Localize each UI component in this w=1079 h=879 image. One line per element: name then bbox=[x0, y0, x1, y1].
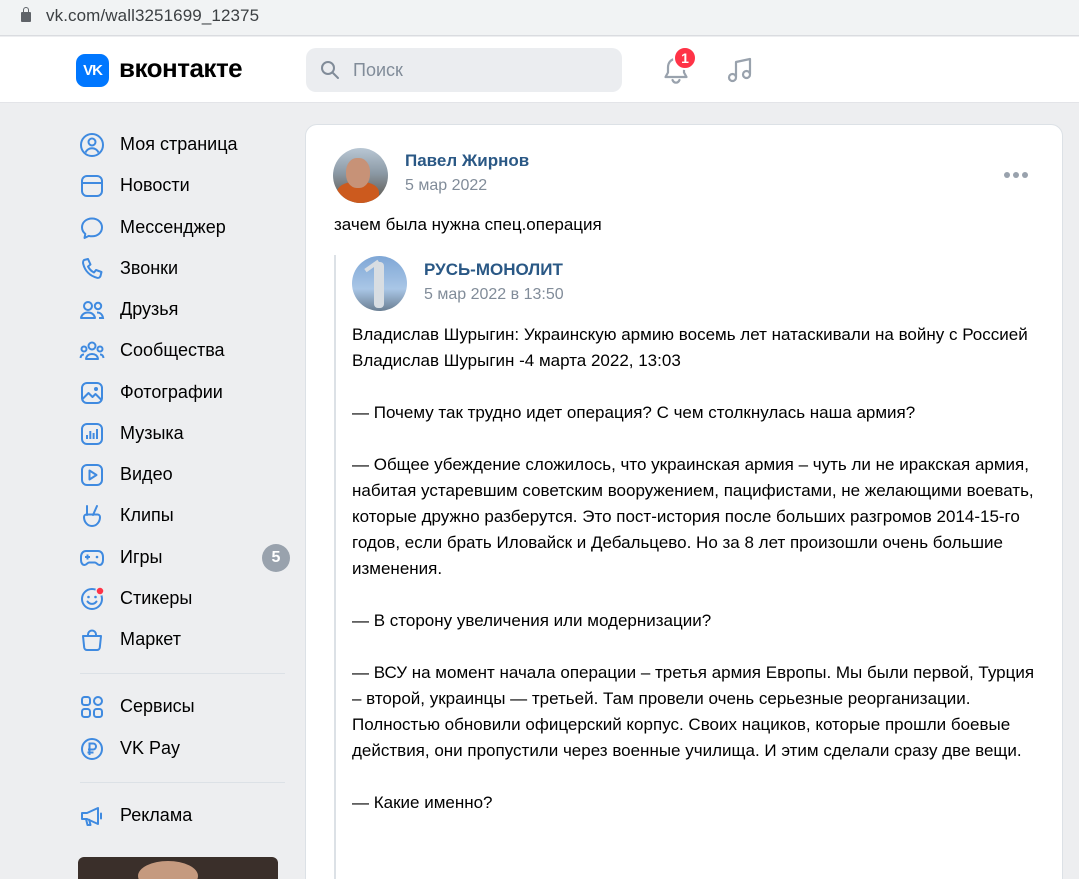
sidebar-item-label: Моя страница bbox=[120, 134, 238, 154]
sidebar-item-label: Мессенджер bbox=[120, 217, 226, 237]
post-date[interactable]: 5 мар 2022 bbox=[405, 177, 487, 195]
sidebar-item-label: Видео bbox=[120, 464, 173, 484]
sidebar-item-label: Клипы bbox=[120, 505, 174, 525]
repost-date[interactable]: 5 мар 2022 в 13:50 bbox=[424, 286, 564, 304]
sidebar-item-market[interactable]: Маркет bbox=[78, 624, 290, 656]
vk-logo-icon[interactable]: VK bbox=[76, 54, 109, 87]
sidebar-item-label: Фотографии bbox=[120, 382, 223, 402]
repost-indicator-line bbox=[334, 255, 336, 879]
post-text: зачем была нужна спец.операция bbox=[334, 215, 602, 234]
sidebar-item-label: Реклама bbox=[120, 805, 193, 825]
repost-paragraph: — Какие именно? bbox=[352, 793, 493, 812]
repost-avatar[interactable] bbox=[352, 256, 407, 311]
sidebar-ad-image[interactable] bbox=[78, 857, 278, 879]
search-input[interactable]: Поиск bbox=[306, 48, 622, 92]
sidebar-item-label: Игры bbox=[120, 547, 163, 567]
sidebar-item-label: Друзья bbox=[120, 299, 179, 319]
sidebar-item-label: Сообщества bbox=[120, 340, 225, 360]
news-icon bbox=[81, 175, 103, 197]
post-author[interactable]: Павел Жирнов bbox=[405, 151, 529, 171]
repost-author[interactable]: РУСЬ-МОНОЛИТ bbox=[424, 260, 563, 280]
repost-paragraph: — В сторону увеличения или модернизации? bbox=[352, 611, 712, 630]
logo-text[interactable]: вконтакте bbox=[119, 53, 243, 84]
sidebar-item-stickers[interactable]: Стикеры bbox=[78, 583, 290, 615]
megaphone-icon bbox=[81, 807, 102, 826]
video-icon bbox=[81, 464, 103, 486]
sidebar-item-label: Маркет bbox=[120, 629, 181, 649]
sidebar-item-label: Сервисы bbox=[120, 696, 195, 716]
repost-paragraph: — ВСУ на момент начала операции – третья… bbox=[352, 663, 1035, 760]
sidebar-item-vk-pay[interactable]: VK Pay bbox=[78, 733, 290, 765]
repost-paragraph: Владислав Шурыгин: Украинскую армию восе… bbox=[352, 325, 1028, 344]
user-circle-icon bbox=[80, 133, 104, 157]
more-options-icon[interactable] bbox=[1004, 165, 1032, 185]
repost-paragraph: — Общее убеждение сложилось, что украинс… bbox=[352, 455, 1034, 578]
photo-icon bbox=[81, 382, 103, 404]
message-icon bbox=[81, 217, 103, 239]
search-icon bbox=[321, 61, 339, 79]
gamepad-icon bbox=[80, 550, 104, 566]
sidebar-item-friends[interactable]: Друзья bbox=[78, 294, 290, 326]
browser-address-bar[interactable]: vk.com/wall3251699_12375 bbox=[0, 0, 1079, 36]
repost-text: Владислав Шурыгин: Украинскую армию восе… bbox=[352, 322, 1042, 816]
sidebar-divider bbox=[80, 782, 285, 783]
sidebar-item-label: VK Pay bbox=[120, 738, 181, 758]
sidebar-item-label: Стикеры bbox=[120, 588, 193, 608]
market-icon bbox=[82, 629, 102, 651]
sidebar-item-my-page[interactable]: Моя страница bbox=[78, 129, 290, 161]
repost-paragraph: — Почему так трудно идет операция? С чем… bbox=[352, 403, 916, 422]
sidebar-item-services[interactable]: Сервисы bbox=[78, 691, 290, 723]
sidebar-item-photos[interactable]: Фотографии bbox=[78, 377, 290, 409]
music-player-icon[interactable] bbox=[724, 54, 756, 86]
sidebar-item-label: Музыка bbox=[120, 423, 184, 443]
sidebar-item-messenger[interactable]: Мессенджер bbox=[78, 212, 290, 244]
sidebar-item-news[interactable]: Новости bbox=[78, 170, 290, 202]
search-placeholder: Поиск bbox=[353, 60, 403, 80]
games-count-badge: 5 bbox=[262, 544, 290, 572]
sidebar-item-calls[interactable]: Звонки bbox=[78, 253, 290, 285]
ruble-icon bbox=[81, 738, 103, 760]
sidebar-item-games[interactable]: Игры 5 bbox=[78, 542, 290, 574]
sidebar-item-label: Звонки bbox=[120, 258, 179, 278]
clips-icon bbox=[82, 505, 102, 528]
repost-paragraph: Владислав Шурыгин -4 марта 2022, 13:03 bbox=[352, 351, 681, 370]
friends-icon bbox=[80, 301, 105, 319]
lock-icon bbox=[21, 7, 31, 22]
notification-badge: 1 bbox=[673, 46, 697, 70]
sidebar-item-label: Новости bbox=[120, 175, 190, 195]
top-header: VK вконтакте Поиск 1 bbox=[0, 37, 1079, 103]
phone-icon bbox=[82, 258, 103, 279]
sidebar-divider bbox=[80, 673, 285, 674]
sidebar-item-video[interactable]: Видео bbox=[78, 459, 290, 491]
sidebar-item-music[interactable]: Музыка bbox=[78, 418, 290, 450]
music-icon bbox=[81, 423, 103, 445]
author-avatar[interactable] bbox=[333, 148, 388, 203]
sidebar-item-ads[interactable]: Реклама bbox=[78, 800, 290, 832]
sticker-icon bbox=[81, 586, 105, 610]
grid-icon bbox=[81, 696, 103, 718]
url-text[interactable]: vk.com/wall3251699_12375 bbox=[46, 6, 259, 26]
communities-icon bbox=[79, 341, 105, 360]
sidebar-item-communities[interactable]: Сообщества bbox=[78, 335, 290, 367]
sidebar-item-clips[interactable]: Клипы bbox=[78, 500, 290, 532]
